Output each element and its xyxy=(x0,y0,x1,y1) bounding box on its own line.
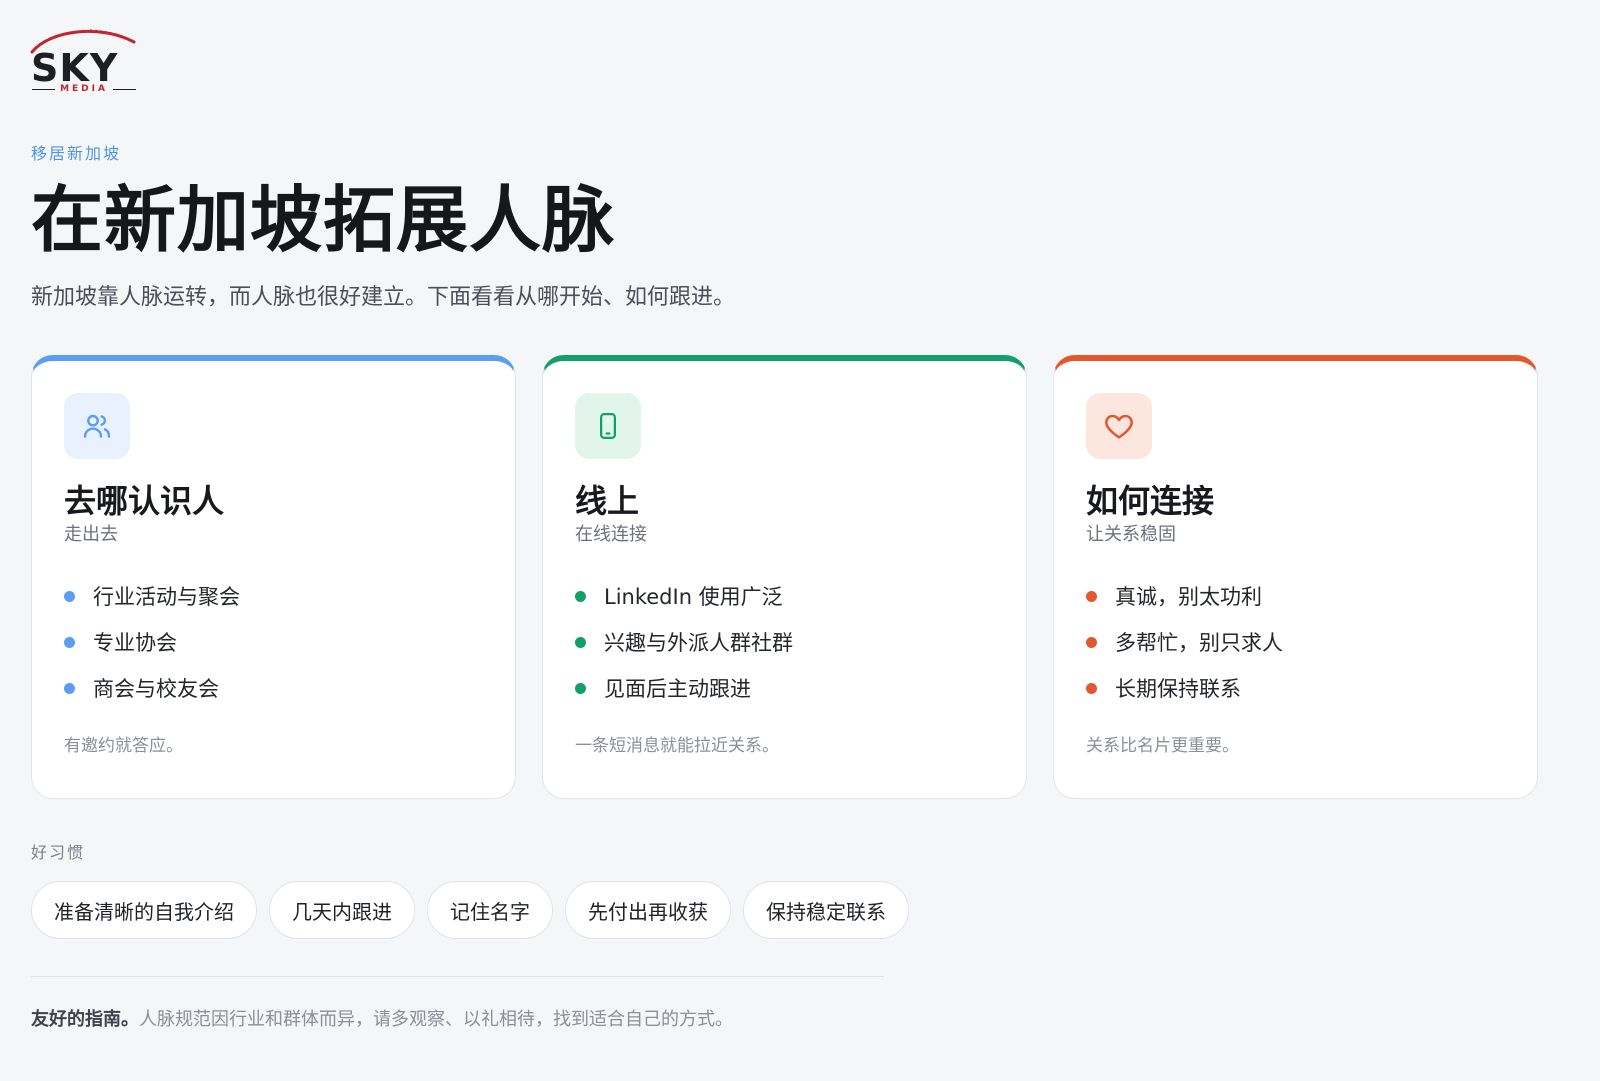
habit-chip[interactable]: 先付出再收获 xyxy=(565,881,731,939)
footer-note: 友好的指南。人脉规范因行业和群体而异，请多观察、以礼相待，找到适合自己的方式。 xyxy=(31,1007,733,1033)
sky-media-logo[interactable]: SKY MEDIA xyxy=(30,26,140,98)
list-item-text: 兴趣与外派人群社群 xyxy=(604,631,793,655)
list-item: 见面后主动跟进 xyxy=(575,665,994,711)
divider xyxy=(31,976,884,977)
list-item-text: 商会与校友会 xyxy=(93,677,219,701)
list-item: 长期保持联系 xyxy=(1086,665,1505,711)
list-item: 专业协会 xyxy=(64,619,483,665)
logo-subtitle-text: MEDIA xyxy=(60,84,108,94)
page-title: 在新加坡拓展人脉 xyxy=(31,177,616,262)
bullet-dot xyxy=(1086,636,1097,648)
card-subtitle: 在线连接 xyxy=(575,524,647,545)
card-title: 去哪认识人 xyxy=(64,482,225,520)
card-subtitle: 让关系稳固 xyxy=(1086,524,1176,545)
habit-chip[interactable]: 保持稳定联系 xyxy=(743,881,909,939)
list-item-text: 多帮忙，别只求人 xyxy=(1115,631,1283,655)
bullet-dot xyxy=(1086,590,1097,602)
card-how-to-connect: 如何连接 让关系稳固 真诚，别太功利 多帮忙，别只求人 长期保持联系 关系比名片… xyxy=(1053,355,1538,799)
list-item: 行业活动与聚会 xyxy=(64,573,483,619)
logo-subtitle: MEDIA xyxy=(32,84,137,94)
card-where-to-meet: 去哪认识人 走出去 行业活动与聚会 专业协会 商会与校友会 有邀约就答应。 xyxy=(31,355,516,799)
eyebrow: 移居新加坡 xyxy=(31,144,122,163)
bullet-dot xyxy=(64,590,75,602)
card-online: 线上 在线连接 LinkedIn 使用广泛 兴趣与外派人群社群 见面后主动跟进 … xyxy=(542,355,1027,799)
list-item: LinkedIn 使用广泛 xyxy=(575,573,994,619)
habit-chip[interactable]: 准备清晰的自我介绍 xyxy=(31,881,257,939)
card-icon-box xyxy=(575,393,641,459)
list-item: 多帮忙，别只求人 xyxy=(1086,619,1505,665)
card-list: 行业活动与聚会 专业协会 商会与校友会 xyxy=(64,573,483,711)
card-title: 如何连接 xyxy=(1086,482,1215,520)
card-icon-box xyxy=(1086,393,1152,459)
habit-chips: 准备清晰的自我介绍 几天内跟进 记住名字 先付出再收获 保持稳定联系 xyxy=(31,881,909,939)
bullet-dot xyxy=(64,682,75,694)
heart-icon xyxy=(1105,414,1133,439)
card-title: 线上 xyxy=(575,482,640,520)
bullet-dot xyxy=(1086,682,1097,694)
card-list: LinkedIn 使用广泛 兴趣与外派人群社群 见面后主动跟进 xyxy=(575,573,994,711)
list-item-text: LinkedIn 使用广泛 xyxy=(604,585,783,609)
bullet-dot xyxy=(575,682,586,694)
habits-label: 好习惯 xyxy=(31,843,86,862)
people-icon xyxy=(83,414,111,438)
card-icon-box xyxy=(64,393,130,459)
card-subtitle: 走出去 xyxy=(64,524,118,545)
list-item: 商会与校友会 xyxy=(64,665,483,711)
list-item-text: 见面后主动跟进 xyxy=(604,677,751,701)
bullet-dot xyxy=(575,636,586,648)
habit-chip[interactable]: 记住名字 xyxy=(427,881,553,939)
habit-chip[interactable]: 几天内跟进 xyxy=(269,881,415,939)
page-subtitle: 新加坡靠人脉运转，而人脉也很好建立。下面看看从哪开始、如何跟进。 xyxy=(31,285,736,310)
page: SKY MEDIA 移居新加坡 在新加坡拓展人脉 新加坡靠人脉运转，而人脉也很好… xyxy=(0,0,1600,1081)
phone-icon xyxy=(600,413,616,439)
bullet-dot xyxy=(64,636,75,648)
list-item: 真诚，别太功利 xyxy=(1086,573,1505,619)
card-note: 关系比名片更重要。 xyxy=(1086,736,1239,756)
footer-text: 人脉规范因行业和群体而异，请多观察、以礼相待，找到适合自己的方式。 xyxy=(139,1009,733,1030)
footer-strong: 友好的指南。 xyxy=(31,1009,139,1030)
list-item-text: 真诚，别太功利 xyxy=(1115,585,1262,609)
card-note: 有邀约就答应。 xyxy=(64,736,183,756)
card-note: 一条短消息就能拉近关系。 xyxy=(575,736,779,756)
cards-row: 去哪认识人 走出去 行业活动与聚会 专业协会 商会与校友会 有邀约就答应。 线上… xyxy=(31,355,1538,799)
list-item-text: 专业协会 xyxy=(93,631,177,655)
list-item: 兴趣与外派人群社群 xyxy=(575,619,994,665)
bullet-dot xyxy=(575,590,586,602)
list-item-text: 行业活动与聚会 xyxy=(93,585,240,609)
list-item-text: 长期保持联系 xyxy=(1115,677,1241,701)
card-list: 真诚，别太功利 多帮忙，别只求人 长期保持联系 xyxy=(1086,573,1505,711)
